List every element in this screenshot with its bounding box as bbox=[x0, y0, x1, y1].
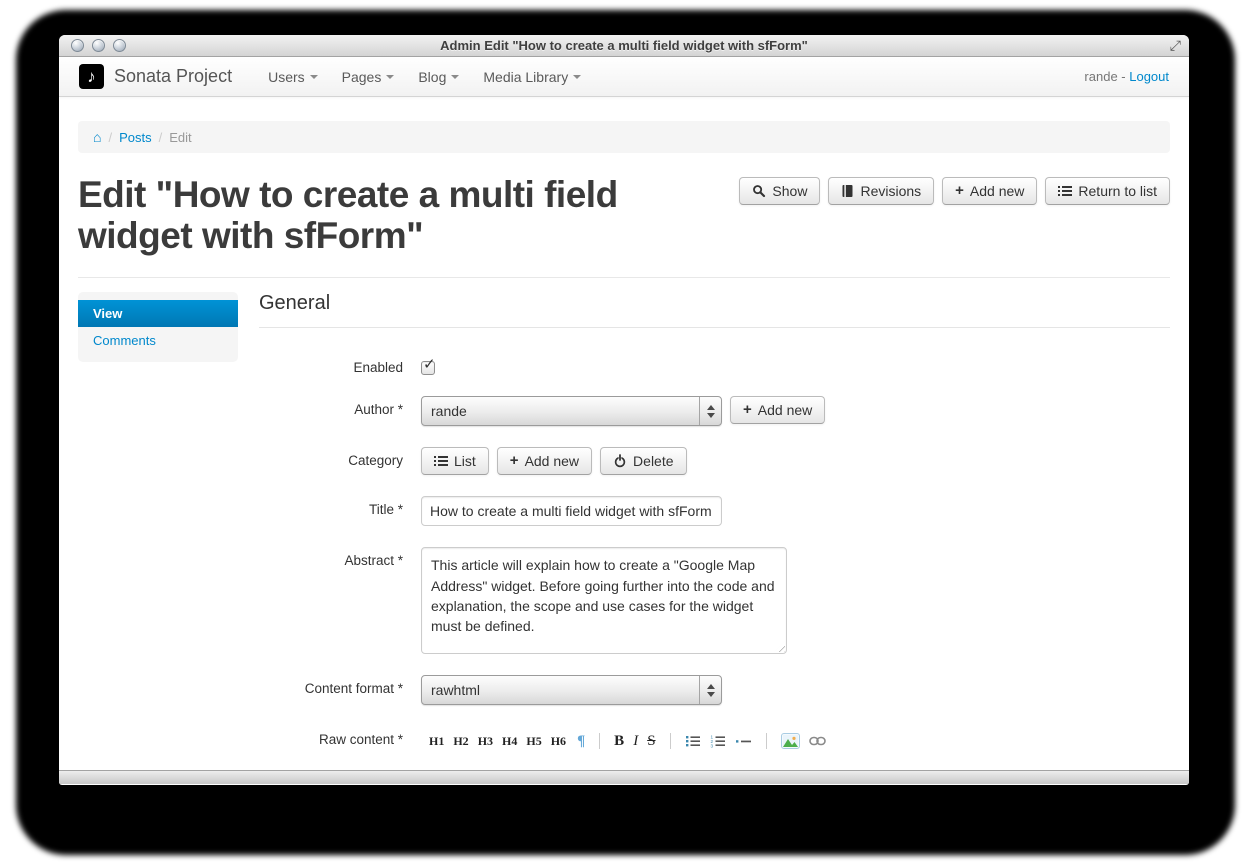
search-icon bbox=[752, 184, 766, 198]
raw-content-label: Raw content * bbox=[259, 726, 403, 752]
link-icon[interactable] bbox=[809, 736, 826, 746]
unordered-list-icon[interactable] bbox=[685, 734, 701, 748]
plus-icon: + bbox=[955, 186, 964, 196]
chevron-down-icon bbox=[451, 75, 459, 79]
plus-icon: + bbox=[510, 456, 519, 466]
resize-grip-icon[interactable] bbox=[774, 641, 785, 652]
edit-form: General Enabled ✓ Author * rande bbox=[259, 292, 1170, 770]
title-input[interactable]: How to create a multi field widget with … bbox=[421, 496, 722, 526]
heading-3-button[interactable]: H3 bbox=[478, 734, 493, 749]
nav-item-media-library[interactable]: Media Library bbox=[483, 69, 581, 85]
field-category: Category List + Add new bbox=[259, 447, 1170, 475]
content-format-label: Content format * bbox=[259, 675, 403, 705]
category-label: Category bbox=[259, 447, 403, 475]
strikethrough-button[interactable]: S bbox=[647, 733, 655, 750]
field-raw-content: Raw content * H1 H2 H3 H4 H5 H6 ¶ B I bbox=[259, 726, 1170, 752]
side-tab-list: View Comments bbox=[78, 292, 238, 362]
browser-window: Admin Edit "How to create a multi field … bbox=[59, 35, 1189, 785]
main-navbar: ♪ Sonata Project Users Pages Blog Media … bbox=[59, 57, 1189, 97]
breadcrumb-edit: Edit bbox=[169, 130, 191, 145]
sonata-logo-icon[interactable]: ♪ bbox=[79, 64, 104, 89]
header-divider bbox=[78, 277, 1170, 278]
window-titlebar: Admin Edit "How to create a multi field … bbox=[59, 35, 1189, 57]
window-title: Admin Edit "How to create a multi field … bbox=[59, 38, 1189, 53]
enabled-label: Enabled bbox=[259, 354, 403, 375]
author-add-new-button[interactable]: + Add new bbox=[730, 396, 825, 424]
logout-link[interactable]: Logout bbox=[1129, 69, 1169, 84]
nav-menu: Users Pages Blog Media Library bbox=[268, 69, 581, 85]
plus-icon: + bbox=[743, 405, 752, 415]
field-content-format: Content format * rawhtml bbox=[259, 675, 1170, 705]
fullscreen-icon[interactable]: ⤢ bbox=[1170, 37, 1181, 54]
tab-view[interactable]: View bbox=[78, 300, 238, 327]
author-select[interactable]: rande bbox=[421, 396, 722, 426]
add-new-button[interactable]: + Add new bbox=[942, 177, 1037, 205]
horizontal-rule-icon[interactable] bbox=[735, 736, 752, 746]
toolbar-divider bbox=[670, 733, 671, 749]
show-button[interactable]: Show bbox=[739, 177, 820, 205]
return-to-list-button[interactable]: Return to list bbox=[1045, 177, 1170, 205]
username: rande bbox=[1084, 69, 1117, 84]
ordered-list-icon[interactable]: 123 bbox=[710, 734, 726, 748]
heading-5-button[interactable]: H5 bbox=[526, 734, 541, 749]
tab-comments[interactable]: Comments bbox=[78, 327, 238, 354]
svg-text:3: 3 bbox=[710, 744, 713, 749]
markdown-toolbar: H1 H2 H3 H4 H5 H6 ¶ B I S bbox=[429, 730, 826, 752]
image-icon[interactable] bbox=[781, 733, 800, 749]
nav-item-blog[interactable]: Blog bbox=[418, 69, 459, 85]
category-list-button[interactable]: List bbox=[421, 447, 489, 475]
italic-button[interactable]: I bbox=[633, 733, 638, 750]
content-format-select[interactable]: rawhtml bbox=[421, 675, 722, 705]
paragraph-button[interactable]: ¶ bbox=[577, 733, 585, 750]
book-icon bbox=[841, 184, 854, 198]
bold-button[interactable]: B bbox=[614, 733, 624, 750]
checkmark-icon: ✓ bbox=[423, 355, 436, 373]
home-icon[interactable]: ⌂ bbox=[93, 129, 101, 145]
category-delete-button[interactable]: Delete bbox=[600, 447, 686, 475]
field-author: Author * rande + Add new bbox=[259, 396, 1170, 426]
brand-link[interactable]: Sonata Project bbox=[114, 66, 232, 87]
enabled-checkbox[interactable]: ✓ bbox=[421, 361, 435, 375]
field-title: Title * How to create a multi field widg… bbox=[259, 496, 1170, 526]
list-icon bbox=[1058, 185, 1072, 197]
category-add-new-button[interactable]: + Add new bbox=[497, 447, 592, 475]
user-area: rande - Logout bbox=[1084, 69, 1169, 84]
revisions-button[interactable]: Revisions bbox=[828, 177, 934, 205]
author-label: Author * bbox=[259, 396, 403, 426]
select-stepper-icon bbox=[699, 676, 721, 704]
nav-item-users[interactable]: Users bbox=[268, 69, 318, 85]
page-viewport: ♪ Sonata Project Users Pages Blog Media … bbox=[59, 57, 1189, 770]
heading-6-button[interactable]: H6 bbox=[551, 734, 566, 749]
heading-2-button[interactable]: H2 bbox=[453, 734, 468, 749]
section-title: General bbox=[259, 292, 1170, 328]
chevron-down-icon bbox=[386, 75, 394, 79]
heading-1-button[interactable]: H1 bbox=[429, 734, 444, 749]
chevron-down-icon bbox=[310, 75, 318, 79]
chevron-down-icon bbox=[573, 75, 581, 79]
list-icon bbox=[434, 455, 448, 467]
select-stepper-icon bbox=[699, 397, 721, 425]
breadcrumb: ⌂ / Posts / Edit bbox=[78, 121, 1170, 153]
field-enabled: Enabled ✓ bbox=[259, 354, 1170, 375]
abstract-label: Abstract * bbox=[259, 547, 403, 654]
breadcrumb-posts[interactable]: Posts bbox=[119, 130, 152, 145]
window-bottom-edge bbox=[59, 770, 1189, 784]
nav-item-pages[interactable]: Pages bbox=[342, 69, 395, 85]
field-abstract: Abstract * This article will explain how… bbox=[259, 547, 1170, 654]
heading-4-button[interactable]: H4 bbox=[502, 734, 517, 749]
toolbar-divider bbox=[599, 733, 600, 749]
title-label: Title * bbox=[259, 496, 403, 526]
power-icon bbox=[613, 454, 627, 468]
abstract-textarea[interactable]: This article will explain how to create … bbox=[421, 547, 787, 654]
page-actions: Show Revisions + Add new Return to list bbox=[739, 177, 1170, 205]
toolbar-divider bbox=[766, 733, 767, 749]
page-title: Edit "How to create a multi field widget… bbox=[78, 175, 718, 256]
